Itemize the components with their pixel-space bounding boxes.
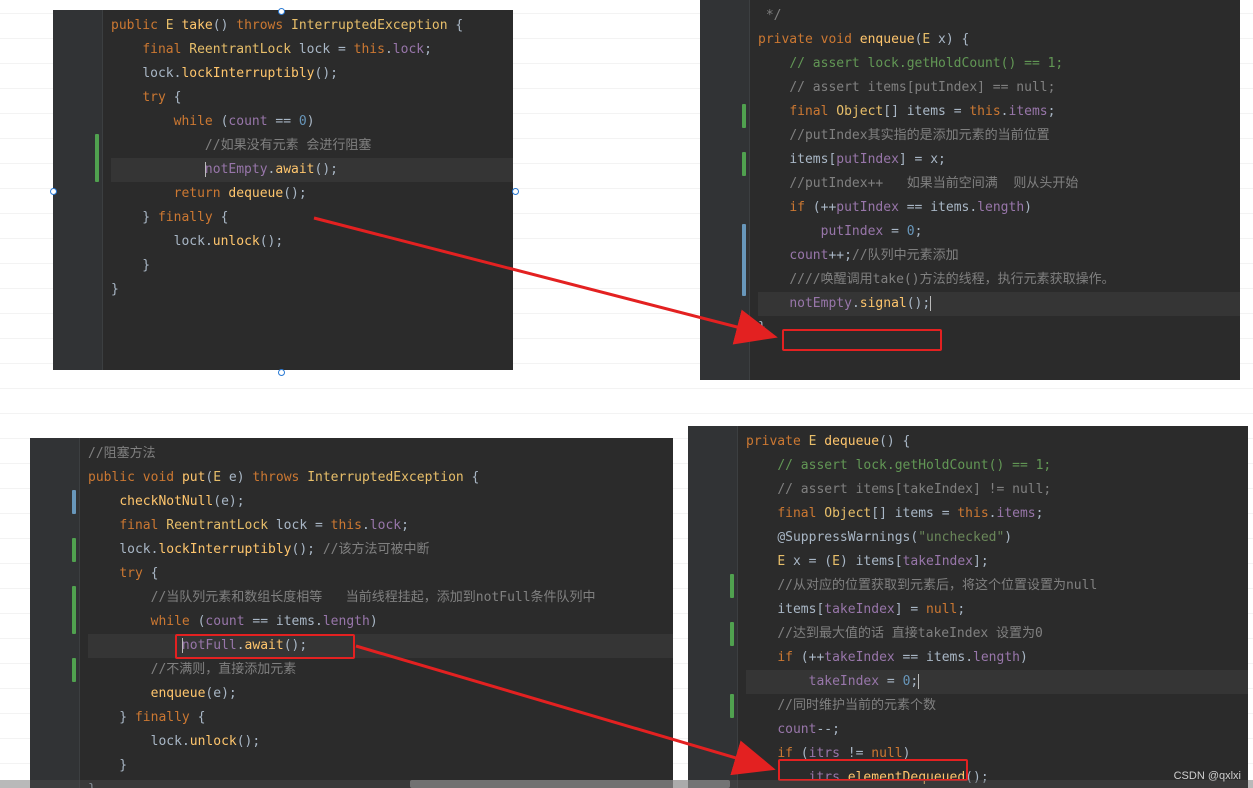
code-panel-dequeue: private E dequeue() { // assert lock.get… xyxy=(688,426,1248,788)
code-panel-put: //阻塞方法public void put(E e) throws Interr… xyxy=(30,438,673,788)
horizontal-scrollbar[interactable] xyxy=(0,780,1253,788)
highlight-box-notfull-await xyxy=(175,634,355,659)
selection-handle[interactable] xyxy=(278,369,285,376)
scrollbar-thumb[interactable] xyxy=(410,780,730,788)
highlight-box-notfull-signal xyxy=(778,759,968,781)
selection-handle[interactable] xyxy=(50,188,57,195)
code-panel-enqueue: */private void enqueue(E x) { // assert … xyxy=(700,0,1240,380)
highlight-box-notempty-signal xyxy=(782,329,942,351)
code-panel-take: public E take() throws InterruptedExcept… xyxy=(53,10,513,370)
code-dequeue: private E dequeue() { // assert lock.get… xyxy=(688,426,1248,788)
selection-handle[interactable] xyxy=(512,188,519,195)
selection-handle[interactable] xyxy=(278,8,285,15)
watermark: CSDN @qxlxi xyxy=(1174,770,1241,782)
code-enqueue: */private void enqueue(E x) { // assert … xyxy=(700,0,1240,340)
code-take: public E take() throws InterruptedExcept… xyxy=(53,10,513,302)
code-put: //阻塞方法public void put(E e) throws Interr… xyxy=(30,438,673,788)
